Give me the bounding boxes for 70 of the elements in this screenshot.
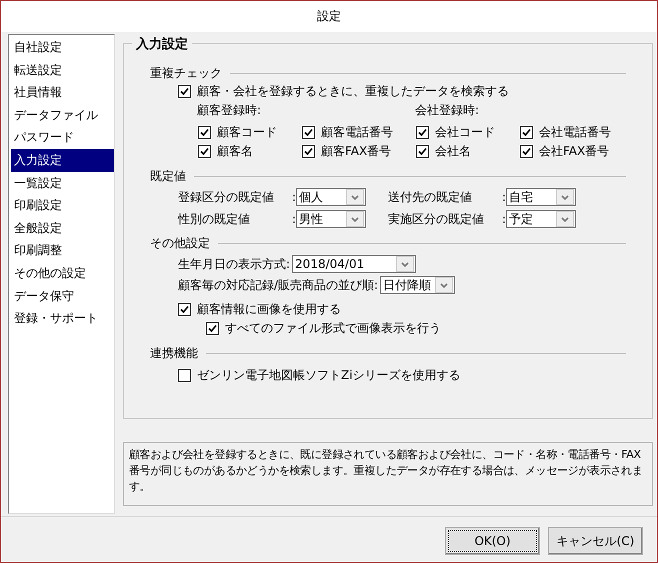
field-label: 実施区分の既定値 [388,210,485,228]
cancel-button[interactable]: キャンセル(C) [548,527,643,555]
checkbox[interactable] [198,145,211,158]
sidebar-item[interactable]: 全般設定 [11,216,114,240]
sidebar-item[interactable]: データ保守 [11,284,114,308]
field-label: 登録区分の既定値 [178,188,275,206]
checkbox[interactable] [520,126,533,139]
sidebar-item[interactable]: 自社設定 [11,36,114,59]
checkbox[interactable] [520,145,533,158]
chevron-down-icon [561,194,569,200]
sidebar-item[interactable]: データファイル [11,104,114,126]
checkbox-label: 会社電話番号 [539,124,611,141]
sidebar-item[interactable]: 入力設定 [11,148,114,172]
checkbox[interactable] [178,303,191,316]
window-title: 設定 [317,8,341,25]
checkbox[interactable] [302,145,315,158]
checkbox-label: ゼンリン電子地図帳ソフトZiシリーズを使用する [197,367,461,384]
sidebar-item[interactable]: 登録・サポート [11,307,114,330]
chevron-down-icon [401,262,410,266]
dropdown[interactable]: 男性 [296,210,366,228]
dropdown[interactable]: 日付降順 [380,276,456,294]
dropdown[interactable]: 個人 [296,188,366,206]
colon-label: ： [498,188,506,206]
field-label: 顧客毎の対応記録/販売商品の並び順: [178,276,378,294]
checkbox[interactable] [416,145,429,158]
checkbox[interactable] [178,369,191,382]
ok-button[interactable]: OK(O) [445,527,540,555]
chevron-down-icon [440,282,448,288]
colon-label: ： [288,188,296,206]
field-label: 生年月日の表示方式: [178,256,290,272]
group-title: 入力設定 [132,35,192,53]
section-heading: 連携機能 [150,344,198,362]
sidebar-item[interactable]: パスワード [11,126,114,149]
checkbox[interactable] [178,85,191,98]
checkbox[interactable] [302,126,315,139]
checkbox-label: 顧客名 [217,143,253,160]
checkbox-label: 顧客・会社を登録するときに、重複したデータを検索する [197,83,509,100]
checkbox-label: 顧客電話番号 [321,124,393,141]
sidebar-item[interactable]: 一覧設定 [11,172,114,194]
chevron-down-icon [561,216,569,222]
dropdown[interactable]: 2018/04/01 [292,255,416,273]
sidebar-item[interactable]: 印刷調整 [11,239,114,262]
field-label: 送付先の既定値 [388,188,473,206]
dropdown[interactable]: 予定 [506,210,576,228]
description-text: 顧客および会社を登録するときに、既に登録されている顧客および会社に、コード・名称・電話番号・FAX番号が同じものがあるかどうかを検索します。重複したデータが存在する場合は、メッセージが表示されます。 [123,442,653,506]
dropdown[interactable]: 自宅 [506,188,576,206]
checkbox[interactable] [206,322,219,335]
sidebar-item[interactable]: その他の設定 [11,262,114,285]
section-heading: 既定値 [150,168,186,184]
colon-label: ： [498,210,506,228]
checkbox-label: すべてのファイル形式で画像表示を行う [225,320,441,337]
field-label: 性別の既定値 [178,210,251,228]
checkbox[interactable] [416,126,429,139]
checkbox-label: 会社名 [435,143,471,160]
checkbox-label: 会社コード [435,124,495,141]
checkbox-label: 顧客コード [217,124,277,141]
section-heading: その他設定 [150,234,210,252]
sidebar-item[interactable]: 転送設定 [11,58,114,82]
sidebar-item[interactable]: 社員情報 [11,81,114,104]
checkbox-label: 会社FAX番号 [539,143,610,160]
group-label: 会社登録時: [415,102,480,119]
chevron-down-icon [351,194,359,200]
chevron-down-icon [351,216,359,222]
section-heading: 重複チェック [150,64,222,82]
checkbox-label: 顧客FAX番号 [321,143,392,160]
checkbox[interactable] [198,126,211,139]
sidebar-item[interactable]: 印刷設定 [11,194,114,217]
group-label: 顧客登録時: [197,102,262,119]
checkbox-label: 顧客情報に画像を使用する [197,301,341,318]
colon-label: ： [288,210,296,228]
